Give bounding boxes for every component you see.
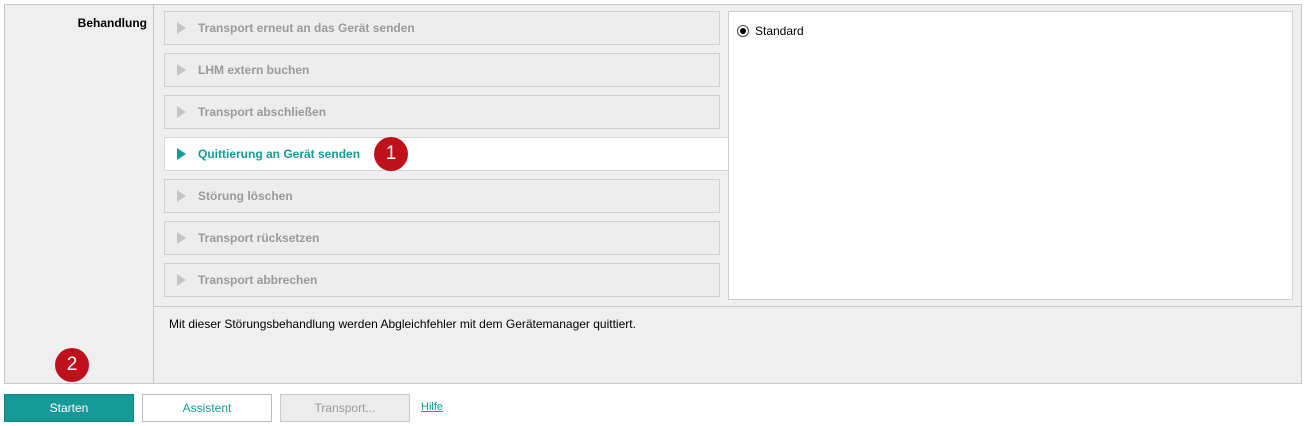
triangle-right-icon [177,106,186,118]
divider [154,306,1301,307]
radio-selected-icon[interactable] [737,25,749,37]
triangle-right-icon [177,274,186,286]
option-label: Transport rücksetzen [198,231,320,245]
label-column: Behandlung [5,5,154,383]
option-transport-reset[interactable]: Transport rücksetzen [164,221,720,255]
treatment-panel: Behandlung Transport erneut an das Gerät… [4,4,1302,384]
option-label: Störung löschen [198,189,293,203]
radio-standard[interactable]: Standard [737,24,804,38]
transport-button[interactable]: Transport... [280,394,410,422]
option-send-acknowledgement[interactable]: Quittierung an Gerät senden [164,137,730,171]
option-transport-complete[interactable]: Transport abschließen [164,95,720,129]
option-label: Transport abbrechen [198,273,318,287]
option-label: Transport abschließen [198,105,327,119]
option-lhm-book-external[interactable]: LHM extern buchen [164,53,720,87]
triangle-right-icon [177,148,186,160]
option-transport-resend[interactable]: Transport erneut an das Gerät senden [164,11,720,45]
section-label: Behandlung [77,16,147,30]
option-label: LHM extern buchen [198,63,310,77]
details-box: Standard [728,11,1293,300]
triangle-right-icon [177,232,186,244]
option-clear-fault[interactable]: Störung löschen [164,179,720,213]
option-label: Transport erneut an das Gerät senden [198,21,415,35]
triangle-right-icon [177,64,186,76]
start-button[interactable]: Starten [4,394,134,422]
triangle-right-icon [177,190,186,202]
option-transport-cancel[interactable]: Transport abbrechen [164,263,720,297]
option-label: Quittierung an Gerät senden [198,147,361,161]
assistant-button[interactable]: Assistent [142,394,272,422]
triangle-right-icon [177,22,186,34]
description-text: Mit dieser Störungsbehandlung werden Abg… [169,317,636,331]
radio-label: Standard [755,24,804,38]
step-marker-2: 2 [55,348,89,382]
help-link[interactable]: Hilfe [421,401,443,413]
step-marker-1: 1 [374,137,408,171]
